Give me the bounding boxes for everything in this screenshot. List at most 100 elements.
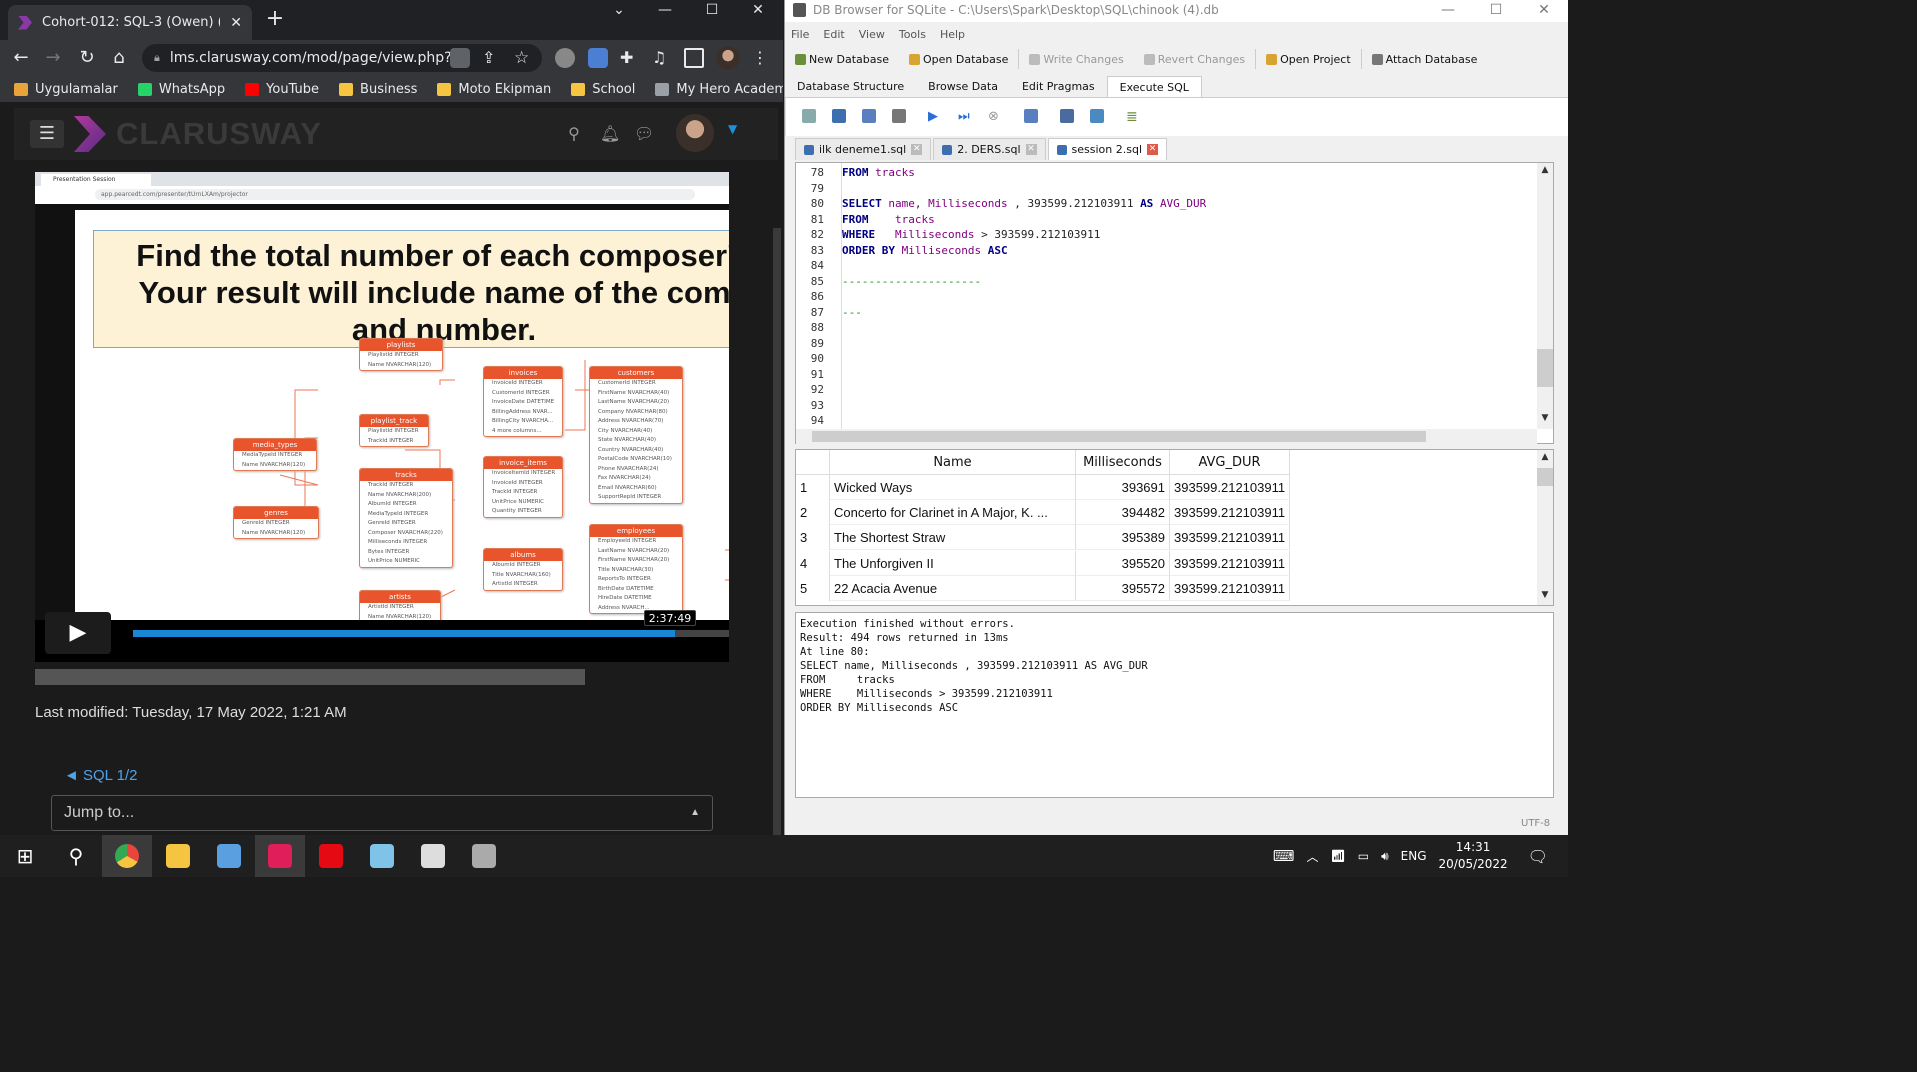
menu-edit[interactable]: Edit: [823, 28, 844, 41]
code-line[interactable]: FROM tracks: [842, 165, 915, 181]
result-cell[interactable]: 393691: [1076, 475, 1170, 500]
code-line[interactable]: ---: [842, 305, 862, 321]
code-line[interactable]: FROM tracks: [842, 212, 935, 228]
user-avatar[interactable]: [676, 114, 714, 152]
taskbar-app[interactable]: [255, 835, 305, 877]
tab-database-structure[interactable]: Database Structure: [785, 76, 916, 97]
code-area[interactable]: FROM tracks SELECT name, Milliseconds , 3…: [796, 163, 1536, 429]
result-cell[interactable]: Wicked Ways: [830, 475, 1076, 500]
comment-lines-icon[interactable]: ≣: [1126, 109, 1140, 125]
taskbar-app[interactable]: [408, 835, 458, 877]
find-replace-icon[interactable]: [1090, 109, 1104, 123]
result-cell[interactable]: The Shortest Straw: [830, 525, 1076, 551]
open-sql-file-icon[interactable]: [832, 109, 846, 123]
sql-file-tab[interactable]: 2. DERS.sql ✕: [933, 138, 1046, 160]
close-file-tab-icon[interactable]: ✕: [911, 144, 923, 155]
editor-horizontal-thumb[interactable]: [812, 431, 1426, 442]
video-scrollbar[interactable]: [35, 669, 585, 685]
sql-editor[interactable]: 78 79 80 81 82 83 84 85 86 87 88 89 90 91 92 93 94 FROM …: [795, 162, 1554, 444]
scroll-down-icon[interactable]: ▼: [1537, 413, 1553, 423]
results-header-avg-dur[interactable]: AVG_DUR: [1170, 450, 1290, 475]
result-cell[interactable]: Concerto for Clarinet in A Major, K. ...: [830, 500, 1076, 526]
results-header-milliseconds[interactable]: Milliseconds: [1076, 450, 1170, 475]
taskbar-app[interactable]: ⚲: [51, 835, 101, 877]
page-scrollbar[interactable]: [773, 228, 781, 835]
browser-tab[interactable]: Cohort-012: SQL-3 (Owen) (Turki ✕: [8, 5, 252, 40]
close-window-button[interactable]: ✕: [735, 0, 781, 22]
battery-icon[interactable]: ▭: [1358, 849, 1369, 863]
editor-vertical-thumb[interactable]: [1537, 349, 1553, 387]
taskbar-app[interactable]: [357, 835, 407, 877]
back-icon[interactable]: ←: [8, 45, 34, 71]
row-number[interactable]: 3: [796, 525, 830, 551]
share-icon[interactable]: ⇪: [482, 48, 502, 68]
bookmark-star-icon[interactable]: ☆: [514, 48, 534, 68]
close-tab-icon[interactable]: ✕: [230, 15, 242, 31]
new-database-button[interactable]: New Database: [785, 53, 899, 66]
result-cell[interactable]: 393599.212103911: [1170, 550, 1290, 576]
side-panel-icon[interactable]: [684, 48, 704, 68]
taskbar-app[interactable]: [153, 835, 203, 877]
attach-database-button[interactable]: Attach Database: [1362, 53, 1488, 66]
bookmark-item[interactable]: Moto Ekipman: [437, 82, 551, 97]
result-cell[interactable]: 393599.212103911: [1170, 575, 1290, 601]
menu-file[interactable]: File: [791, 28, 809, 41]
wifi-icon[interactable]: 📶︎: [1331, 849, 1346, 863]
taskbar-app[interactable]: [306, 835, 356, 877]
language-indicator[interactable]: ENG: [1401, 849, 1427, 863]
code-line[interactable]: SELECT name, Milliseconds , 393599.21210…: [842, 196, 1206, 212]
bookmark-item[interactable]: School: [571, 82, 635, 97]
taskbar-app[interactable]: [102, 835, 152, 877]
profile-avatar[interactable]: [716, 46, 740, 70]
maximize-button[interactable]: ☐: [689, 0, 735, 22]
clarusway-logo[interactable]: CLARUSWAY: [74, 112, 374, 156]
open-tab-icon[interactable]: [802, 109, 816, 123]
volume-icon[interactable]: 🔊︎: [1381, 849, 1389, 864]
result-cell[interactable]: 395520: [1076, 550, 1170, 576]
media-control-icon[interactable]: ♫: [652, 48, 672, 68]
video-progress-bar[interactable]: [133, 630, 729, 637]
save-results-icon[interactable]: [1024, 109, 1038, 123]
stop-execution-icon[interactable]: ⊗: [988, 109, 1002, 124]
menu-help[interactable]: Help: [940, 28, 965, 41]
google-translate-extension-icon[interactable]: [588, 48, 608, 68]
reload-icon[interactable]: ↻: [74, 45, 100, 71]
db-maximize-button[interactable]: ☐: [1473, 0, 1519, 22]
sql-file-tab[interactable]: ilk deneme1.sql ✕: [795, 138, 932, 160]
execute-all-icon[interactable]: ▶: [928, 109, 942, 124]
translate-icon[interactable]: [450, 48, 470, 68]
results-scroll-down-icon[interactable]: ▼: [1537, 590, 1553, 600]
notifications-bell-icon[interactable]: 🔔︎: [600, 124, 620, 144]
play-button[interactable]: ▶: [45, 612, 111, 654]
notifications-icon[interactable]: 🗨︎: [1528, 847, 1548, 866]
result-cell[interactable]: 395389: [1076, 525, 1170, 551]
menu-view[interactable]: View: [859, 28, 885, 41]
home-icon[interactable]: ⌂: [106, 45, 132, 71]
execute-line-icon[interactable]: ⏭: [958, 109, 972, 124]
row-number[interactable]: 5: [796, 575, 830, 601]
result-cell[interactable]: 394482: [1076, 500, 1170, 526]
bookmark-item[interactable]: Business: [339, 82, 417, 97]
code-line[interactable]: WHERE Milliseconds > 393599.212103911: [842, 227, 1100, 243]
touch-keyboard-icon[interactable]: ⌨: [1273, 847, 1295, 865]
bookmark-item[interactable]: Uygulamalar: [14, 82, 118, 97]
row-number[interactable]: 1: [796, 475, 830, 500]
scroll-up-icon[interactable]: ▲: [1537, 165, 1553, 175]
forward-icon[interactable]: →: [40, 45, 66, 71]
chrome-menu-icon[interactable]: ⋮: [752, 48, 772, 68]
show-hidden-icons-icon[interactable]: ︿: [1307, 848, 1319, 865]
taskbar-app[interactable]: [459, 835, 509, 877]
jump-to-select[interactable]: Jump to... ▲▼: [51, 795, 713, 831]
code-line[interactable]: ---------------------: [842, 274, 981, 290]
result-cell[interactable]: 393599.212103911: [1170, 500, 1290, 526]
open-project-button[interactable]: Open Project: [1256, 53, 1361, 66]
print-icon[interactable]: [892, 109, 906, 123]
result-cell[interactable]: 22 Acacia Avenue: [830, 575, 1076, 601]
sql-file-tab[interactable]: session 2.sql ✕: [1047, 138, 1168, 160]
revert-changes-button[interactable]: Revert Changes: [1134, 53, 1255, 66]
clock[interactable]: 14:31 20/05/2022: [1439, 839, 1508, 873]
bookmark-item[interactable]: My Hero Academia...: [655, 82, 783, 97]
bookmark-item[interactable]: WhatsApp: [137, 82, 225, 97]
results-vertical-thumb[interactable]: [1537, 468, 1553, 486]
db-minimize-button[interactable]: —: [1425, 0, 1471, 22]
